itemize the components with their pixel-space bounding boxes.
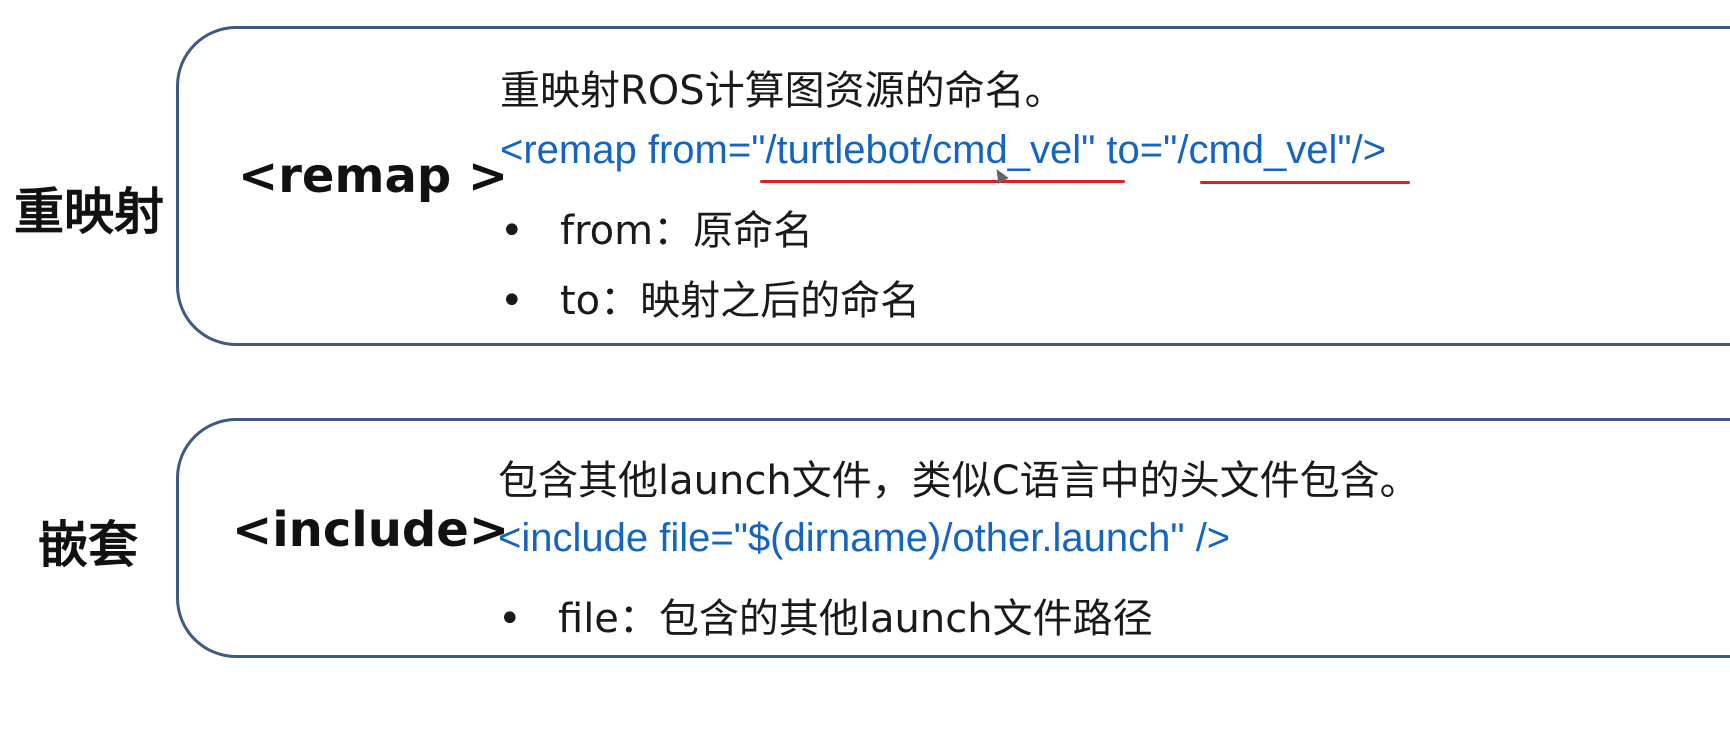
section-label-remap: 重映射	[14, 183, 164, 241]
remap-from-underline	[760, 180, 1125, 183]
include-bullet-file: • file：包含的其他launch文件路径	[498, 586, 1153, 644]
include-bullet-file-text: file：包含的其他launch文件路径	[558, 596, 1153, 642]
remap-bullet-from: • from：原命名	[500, 198, 813, 256]
bullet-icon: •	[498, 596, 522, 642]
remap-bullet-to: • to：映射之后的命名	[500, 268, 920, 326]
remap-bullet-from-text: from：原命名	[560, 208, 814, 254]
include-code: <include file="$(dirname)/other.launch" …	[498, 516, 1231, 560]
include-tag: <include>	[232, 502, 510, 558]
remap-to-underline	[1200, 181, 1410, 184]
remap-code: <remap from="/turtlebot/cmd_vel" to="/cm…	[500, 128, 1387, 172]
bullet-icon: •	[500, 278, 524, 324]
include-description: 包含其他launch文件，类似C语言中的头文件包含。	[498, 458, 1420, 504]
remap-bullet-to-text: to：映射之后的命名	[560, 278, 921, 324]
remap-description: 重映射ROS计算图资源的命名。	[500, 68, 1065, 114]
remap-tag: <remap >	[238, 148, 509, 204]
section-label-include: 嵌套	[38, 516, 138, 574]
bullet-icon: •	[500, 208, 524, 254]
